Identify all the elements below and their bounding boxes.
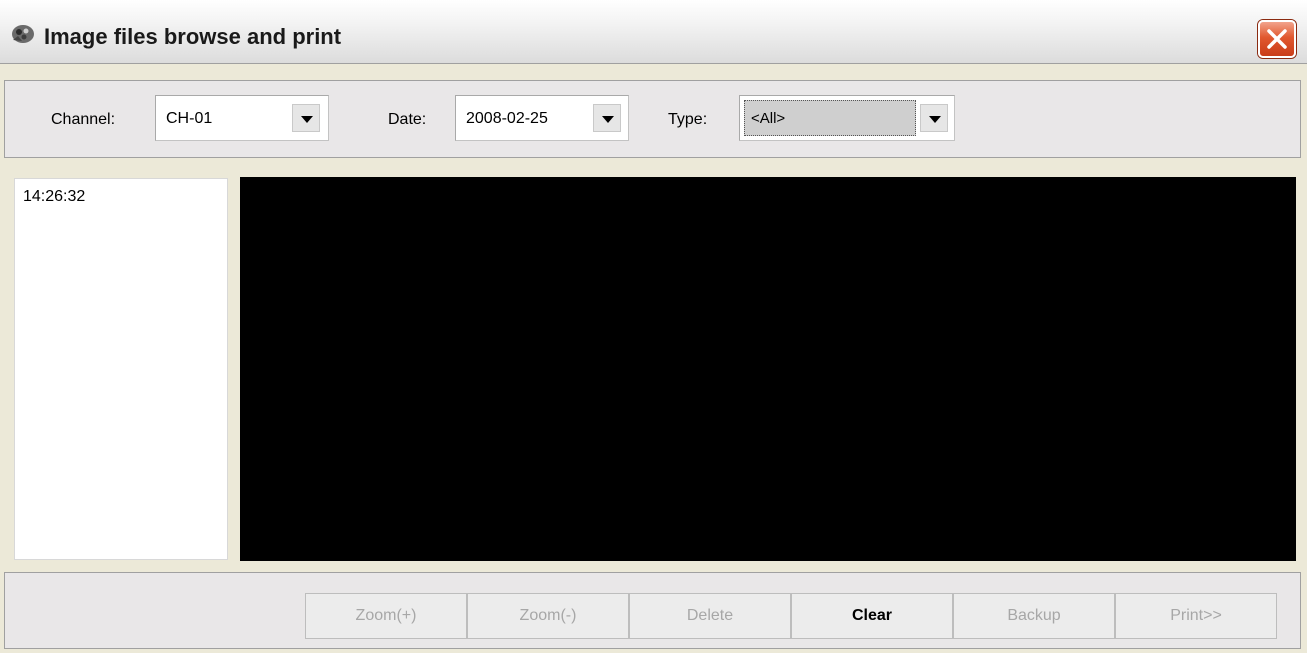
- chevron-down-icon[interactable]: [292, 104, 320, 132]
- list-item[interactable]: 14:26:32: [23, 188, 85, 206]
- delete-button[interactable]: Delete: [629, 593, 791, 639]
- type-value-box: <All>: [744, 100, 916, 136]
- image-preview-area[interactable]: [240, 177, 1296, 561]
- date-label: Date:: [388, 111, 427, 128]
- image-browse-window: Image files browse and print Channel: CH…: [0, 0, 1307, 653]
- backup-button[interactable]: Backup: [953, 593, 1115, 639]
- type-value: <All>: [751, 110, 786, 127]
- image-file-list[interactable]: 14:26:32: [14, 178, 228, 560]
- close-button[interactable]: [1258, 20, 1296, 58]
- title-bar[interactable]: Image files browse and print: [0, 0, 1307, 64]
- type-select[interactable]: <All>: [739, 95, 955, 141]
- channel-value: CH-01: [166, 110, 213, 127]
- camera-grip-icon: [10, 22, 36, 46]
- channel-select[interactable]: CH-01: [155, 95, 329, 141]
- channel-label: Channel:: [51, 111, 116, 128]
- date-value: 2008-02-25: [466, 110, 548, 127]
- action-bar: Zoom(+) Zoom(-) Delete Clear Backup Prin…: [4, 572, 1301, 649]
- date-select[interactable]: 2008-02-25: [455, 95, 629, 141]
- zoom-in-button[interactable]: Zoom(+): [305, 593, 467, 639]
- print-button[interactable]: Print>>: [1115, 593, 1277, 639]
- chevron-down-icon[interactable]: [920, 104, 948, 132]
- clear-button[interactable]: Clear: [791, 593, 953, 639]
- type-label: Type:: [668, 111, 708, 128]
- filter-toolbar: Channel: CH-01 Date: 2008-02-25 Type: <A…: [4, 80, 1301, 158]
- chevron-down-icon[interactable]: [593, 104, 621, 132]
- window-title: Image files browse and print: [44, 24, 342, 49]
- close-icon: [1267, 29, 1287, 49]
- zoom-out-button[interactable]: Zoom(-): [467, 593, 629, 639]
